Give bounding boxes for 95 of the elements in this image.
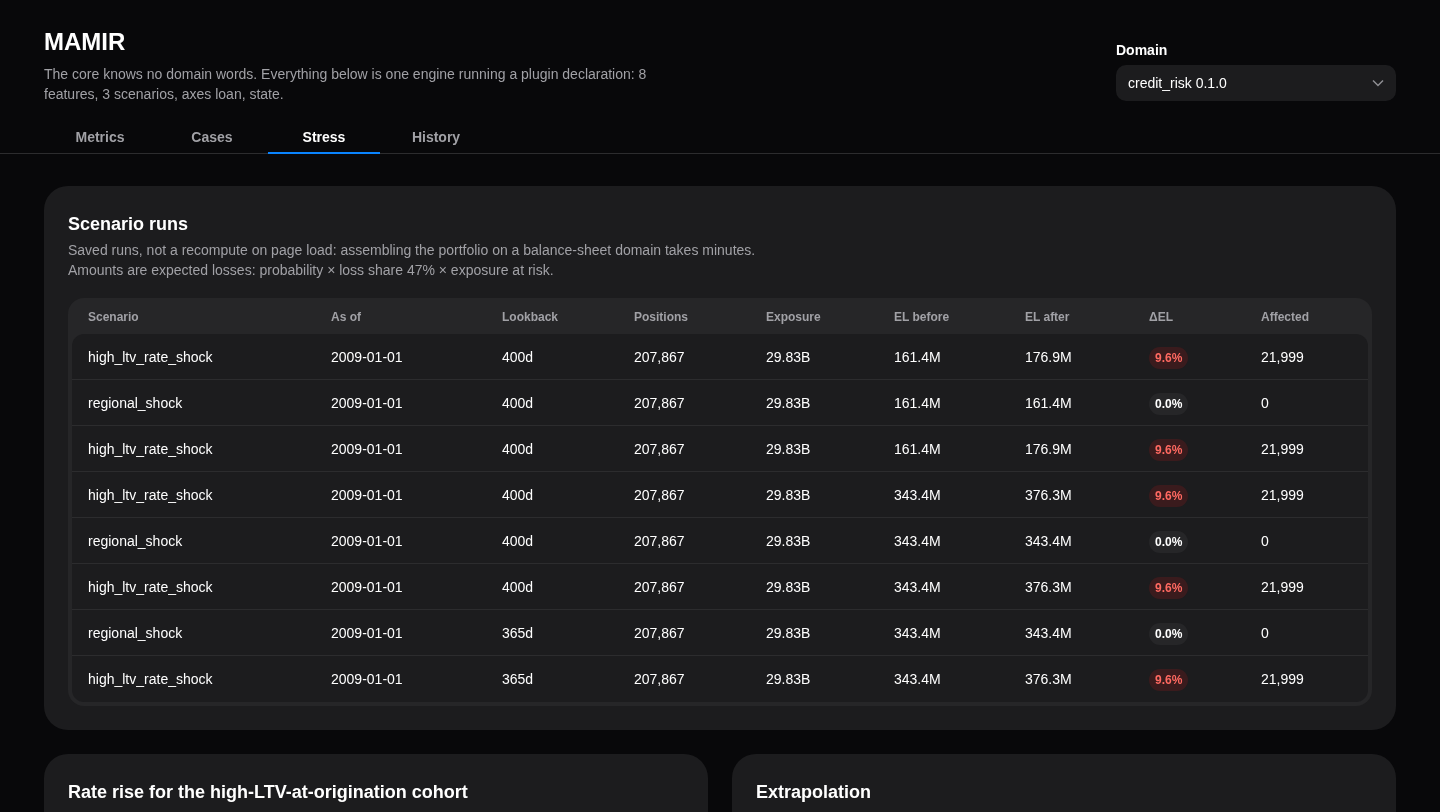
table-cell: 207,867 (634, 394, 685, 411)
table-cell: 0 (1261, 532, 1269, 549)
table-cell: 343.4M (894, 486, 941, 503)
tab[interactable]: History (380, 122, 492, 154)
app-description: The core knows no domain words. Everything below is one engine running a plugin declaration: 8 features, 3 scenarios, axes loan, state. (44, 65, 648, 104)
table-cell: 21,999 (1261, 440, 1304, 457)
app-title: MAMIR (44, 28, 127, 56)
table-cell: 343.4M (1025, 532, 1072, 549)
table-cell: 2009-01-01 (331, 440, 403, 457)
table-cell: 2009-01-01 (331, 348, 403, 365)
table-cell: 161.4M (894, 394, 941, 411)
tab[interactable]: Metrics (44, 122, 156, 154)
tab[interactable]: Cases (156, 122, 268, 154)
delta-badge: 9.6% (1149, 484, 1189, 507)
column-header: Positions (634, 310, 688, 324)
delta-badge: 0.0% (1149, 530, 1189, 553)
table-cell: 0 (1261, 624, 1269, 641)
table-cell: regional_shock (88, 394, 183, 411)
table-cell: 29.83B (766, 348, 811, 365)
table-cell: 21,999 (1261, 348, 1304, 365)
table-cell: high_ltv_rate_shock (88, 348, 213, 365)
table-cell: 365d (502, 624, 534, 641)
table-cell: 29.83B (766, 532, 811, 549)
table-cell: 343.4M (894, 624, 941, 641)
table-cell: 29.83B (766, 394, 811, 411)
table-cell: 400d (502, 486, 534, 503)
table-cell: 343.4M (894, 578, 941, 595)
delta-badge: 9.6% (1149, 669, 1189, 691)
table-cell: 0 (1261, 394, 1269, 411)
table-cell: regional_shock (88, 532, 183, 549)
delta-badge: 9.6% (1149, 438, 1189, 461)
table-cell: 343.4M (894, 532, 941, 549)
column-header: Affected (1261, 310, 1309, 324)
domain-label: Domain (1116, 41, 1169, 59)
table-cell: 2009-01-01 (331, 532, 403, 549)
table-cell: 400d (502, 440, 534, 457)
delta-badge: 9.6% (1149, 346, 1189, 369)
table-cell: 376.3M (1025, 578, 1072, 595)
table-cell: 161.4M (894, 348, 941, 365)
table-cell: 207,867 (634, 440, 685, 457)
card-note: Amounts are expected losses: probability × loss share 47% × exposure at risk. (68, 261, 555, 280)
table-cell: 176.9M (1025, 440, 1072, 457)
table-cell: 176.9M (1025, 348, 1072, 365)
table-cell: 29.83B (766, 486, 811, 503)
tab[interactable]: Stress (268, 122, 380, 154)
delta-badge: 0.0% (1149, 622, 1189, 645)
table-cell: 29.83B (766, 440, 811, 457)
table-cell: 207,867 (634, 348, 685, 365)
table-cell: 207,867 (634, 671, 685, 687)
table-cell: 2009-01-01 (331, 578, 403, 595)
panel-title: Rate rise for the high-LTV-at-origination cohort (68, 782, 469, 802)
table-cell: 29.83B (766, 624, 811, 641)
panel-title: Extrapolation (756, 782, 872, 802)
table-cell: 343.4M (894, 671, 941, 687)
table-cell: 2009-01-01 (331, 394, 403, 411)
table-cell: high_ltv_rate_shock (88, 440, 213, 457)
table-cell: 29.83B (766, 671, 811, 687)
table-cell: 207,867 (634, 486, 685, 503)
column-header: ΔEL (1149, 310, 1173, 324)
table-cell: 400d (502, 578, 534, 595)
chevron-down-icon (1372, 79, 1384, 87)
card-note: Saved runs, not a recompute on page load: assembling the portfolio on a balance-sheet domain takes minutes. (68, 241, 757, 260)
table-cell: 365d (502, 671, 534, 687)
table-cell: 400d (502, 532, 534, 549)
table-cell: high_ltv_rate_shock (88, 578, 213, 595)
table-cell: 400d (502, 348, 534, 365)
card-title: Scenario runs (68, 214, 190, 234)
column-header: EL after (1025, 310, 1070, 324)
table-cell: 2009-01-01 (331, 671, 403, 687)
table-cell: 376.3M (1025, 671, 1072, 687)
table-cell: 21,999 (1261, 486, 1304, 503)
table-cell: 29.83B (766, 578, 811, 595)
table-cell: 376.3M (1025, 486, 1072, 503)
table-cell: 161.4M (894, 440, 941, 457)
delta-badge: 0.0% (1149, 392, 1189, 415)
table-cell: 400d (502, 394, 534, 411)
table-cell: 21,999 (1261, 578, 1304, 595)
table-cell: 2009-01-01 (331, 486, 403, 503)
table-cell: 161.4M (1025, 394, 1072, 411)
table-cell: 21,999 (1261, 671, 1304, 687)
table-cell: 2009-01-01 (331, 624, 403, 641)
delta-badge: 9.6% (1149, 576, 1189, 599)
table-cell: 343.4M (1025, 624, 1072, 641)
column-header: EL before (894, 310, 950, 324)
column-header: As of (331, 310, 361, 324)
column-header: Scenario (88, 310, 139, 324)
column-header: Exposure (766, 310, 821, 324)
table-cell: regional_shock (88, 624, 183, 641)
table-cell: 207,867 (634, 624, 685, 641)
table-cell: high_ltv_rate_shock (88, 486, 213, 503)
domain-select[interactable]: credit_risk 0.1.0 (1116, 65, 1396, 101)
column-header: Lookback (502, 310, 558, 324)
table-cell: high_ltv_rate_shock (88, 671, 213, 687)
table-cell: 207,867 (634, 578, 685, 595)
table-cell: 207,867 (634, 532, 685, 549)
